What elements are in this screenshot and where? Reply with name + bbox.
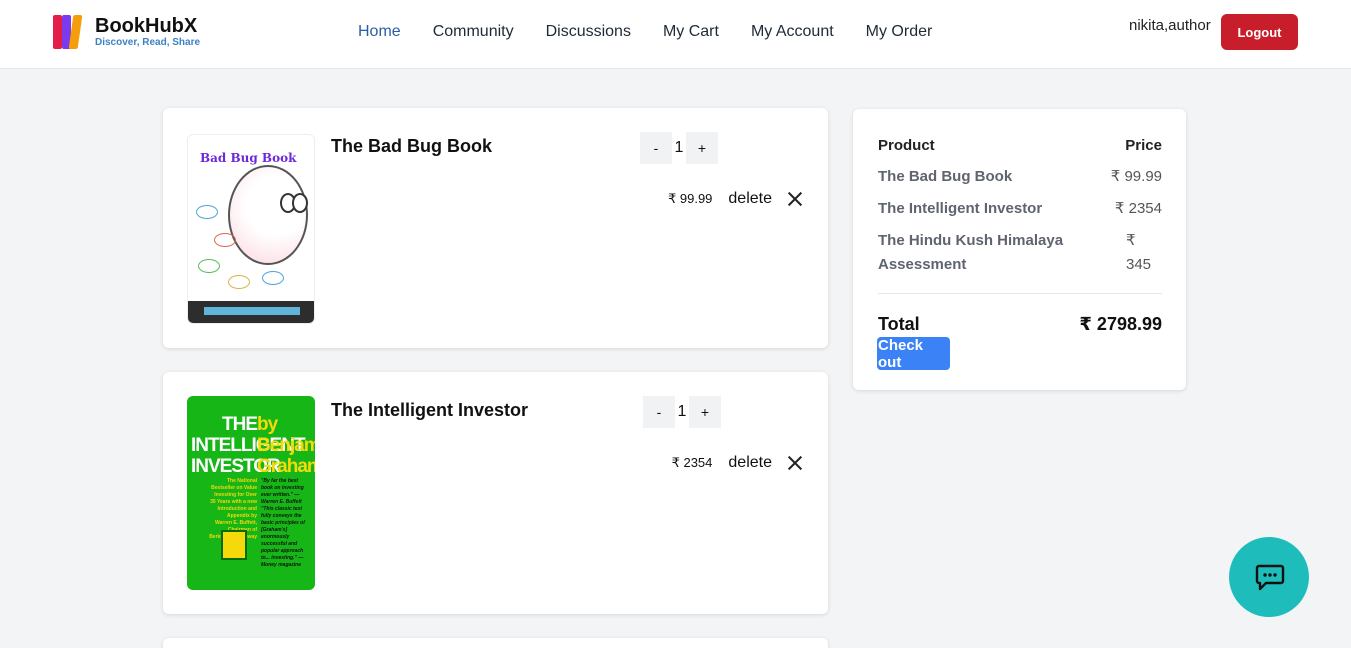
summary-product-price: ₹ 345 — [1126, 232, 1152, 273]
quantity-stepper: - 1 + — [640, 132, 718, 164]
nav-my-order[interactable]: My Order — [866, 22, 933, 42]
delete-button[interactable]: delete — [728, 454, 772, 472]
cover-title: Bad Bug Book — [200, 151, 297, 165]
total-value: ₹ 2798.99 — [1079, 314, 1162, 334]
summary-row: The Intelligent Investor ₹ 2354 — [878, 197, 1162, 221]
nav-discussions[interactable]: Discussions — [546, 22, 631, 42]
summary-header: Product Price — [878, 137, 1162, 154]
chat-bubble-icon — [1255, 564, 1285, 591]
item-title: The Intelligent Investor — [331, 400, 529, 420]
cover-author: by Benjamin Graham — [257, 414, 315, 477]
increment-button[interactable]: + — [686, 132, 718, 164]
nav-my-cart[interactable]: My Cart — [663, 22, 719, 42]
cart-item: Bad Bug Book The Bad Bug Book - 1 + ₹ 99… — [163, 108, 828, 348]
summary-total: Total ₹ 2798.99 — [878, 314, 1162, 335]
delete-button[interactable]: delete — [728, 190, 772, 208]
quantity-value: 1 — [674, 139, 684, 156]
summary-product-name: The Intelligent Investor — [878, 200, 1043, 217]
cover-title: THE INTELLIGENT INVESTOR — [191, 414, 306, 477]
summary-product-price: ₹ 2354 — [1114, 200, 1162, 217]
user-name-label: nikita,author — [1129, 17, 1211, 34]
item-actions: ₹ 99.99 delete — [668, 190, 802, 208]
book-cover-image: THE INTELLIGENT INVESTOR by Benjamin Gra… — [187, 396, 315, 590]
cart-item: THE INTELLIGENT INVESTOR by Benjamin Gra… — [163, 372, 828, 614]
brand-name: BookHubX — [95, 14, 198, 37]
item-actions: ₹ 2354 delete — [672, 454, 802, 472]
nav-community[interactable]: Community — [433, 22, 514, 42]
checkout-button[interactable]: Check out — [877, 337, 950, 371]
brand-logo[interactable]: BookHubX Discover, Read, Share — [53, 15, 200, 49]
cover-emblem-icon — [221, 530, 247, 560]
nav-my-account[interactable]: My Account — [751, 22, 834, 42]
item-price: ₹ 99.99 — [667, 191, 713, 206]
cover-blurb-right: "By far the best book on investing ever … — [261, 478, 305, 568]
cart-item — [163, 638, 828, 648]
item-title: The Bad Bug Book — [331, 136, 492, 156]
close-icon[interactable] — [788, 192, 802, 206]
summary-row: The Hindu Kush Himalaya Assessment ₹ 345 — [878, 229, 1162, 277]
brand-tagline: Discover, Read, Share — [95, 36, 201, 48]
summary-row: The Bad Bug Book ₹ 99.99 — [878, 165, 1162, 189]
summary-product-name: The Hindu Kush Himalaya Assessment — [878, 232, 1064, 273]
order-summary: Product Price The Bad Bug Book ₹ 99.99 T… — [853, 109, 1186, 390]
decrement-button[interactable]: - — [643, 396, 675, 428]
decrement-button[interactable]: - — [640, 132, 672, 164]
summary-header-price: Price — [1125, 137, 1162, 154]
navbar: BookHubX Discover, Read, Share Home Comm… — [0, 0, 1351, 69]
quantity-stepper: - 1 + — [643, 396, 721, 428]
book-cover-image: Bad Bug Book — [187, 134, 315, 324]
summary-product-name: The Bad Bug Book — [878, 168, 1013, 185]
nav-home[interactable]: Home — [358, 22, 401, 42]
item-price: ₹ 2354 — [671, 455, 713, 470]
total-label: Total — [878, 314, 920, 334]
logout-button[interactable]: Logout — [1221, 14, 1298, 50]
chat-button[interactable] — [1229, 537, 1309, 617]
increment-button[interactable]: + — [689, 396, 721, 428]
close-icon[interactable] — [788, 456, 802, 470]
books-logo-icon — [53, 15, 89, 49]
summary-divider — [878, 293, 1162, 294]
summary-product-price: ₹ 99.99 — [1110, 168, 1162, 185]
quantity-value: 1 — [677, 403, 687, 420]
main-nav: Home Community Discussions My Cart My Ac… — [358, 22, 964, 42]
summary-header-product: Product — [878, 137, 935, 154]
